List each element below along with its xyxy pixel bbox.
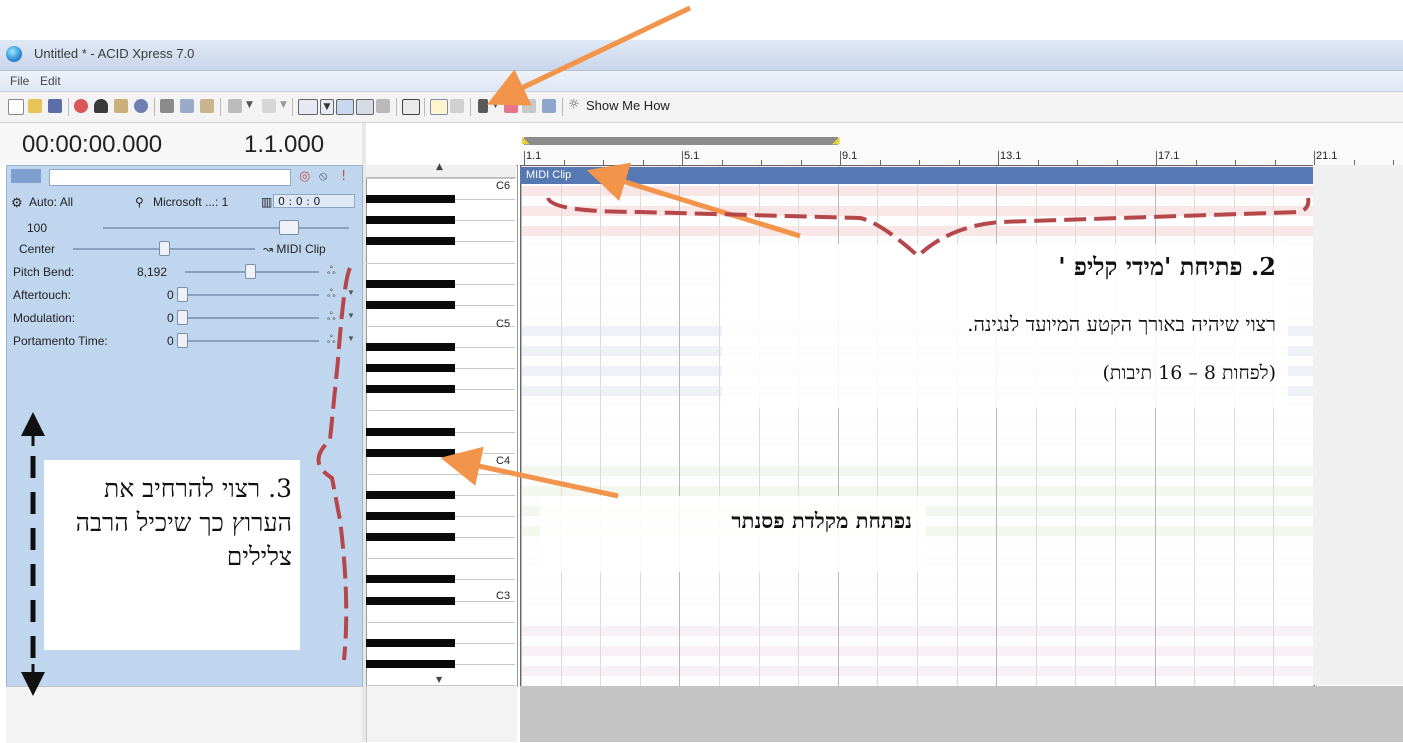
clip-length-brace: [546, 196, 1311, 259]
channel-brace: [316, 267, 352, 661]
clip-arrow: [586, 162, 801, 239]
keyboard-arrow: [440, 446, 619, 499]
toolbar-arrow: [486, 5, 692, 106]
annotation-overlay: [21, 5, 1311, 696]
